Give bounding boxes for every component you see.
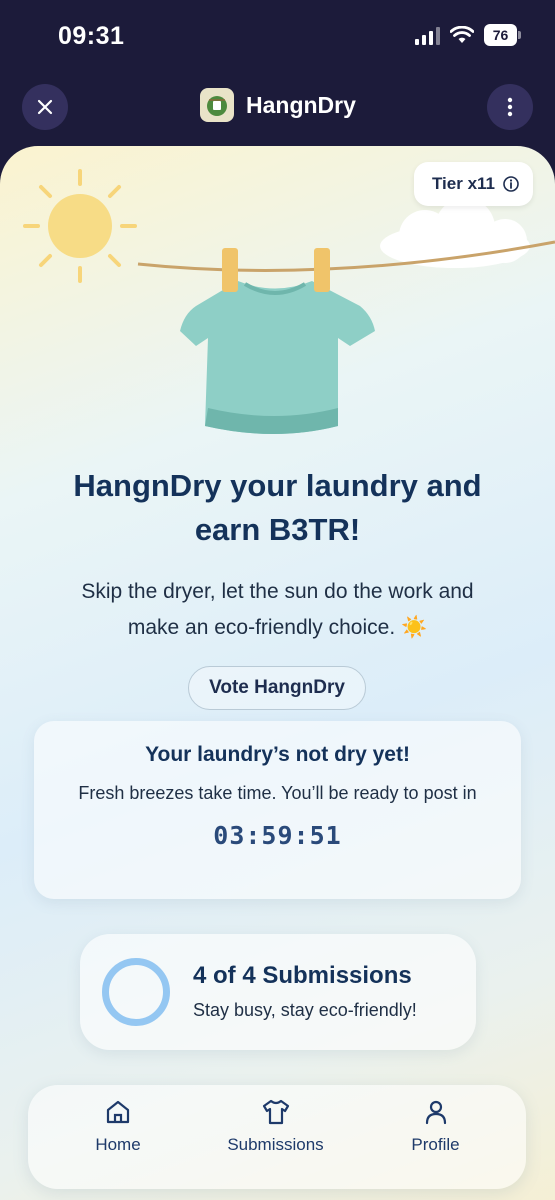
headline-line-2: earn B3TR!: [194, 512, 361, 547]
clothespin-right: [314, 248, 330, 292]
status-bar: 09:31 76: [0, 0, 555, 72]
nav-item-submissions[interactable]: Submissions: [213, 1099, 338, 1155]
not-dry-text: Fresh breezes take time. You’ll be ready…: [78, 783, 477, 803]
headline-line-1: HangnDry your laundry and: [73, 468, 482, 503]
tier-label: Tier x11: [431, 174, 495, 193]
more-options-button[interactable]: [487, 84, 533, 130]
progress-ring: [102, 958, 170, 1026]
hero-headline: HangnDry your laundry and earn B3TR!: [30, 464, 525, 552]
wifi-icon: [450, 26, 474, 43]
subtitle-line-1: Skip the dryer, let the sun do the work …: [81, 580, 474, 603]
shirt-icon: [262, 1099, 289, 1125]
submissions-count: 4 of 4 Submissions: [193, 962, 412, 989]
subtitle-line-2: make an eco-friendly choice. ☀️: [127, 616, 428, 639]
nav-item-home[interactable]: Home: [88, 1099, 148, 1155]
countdown-timer: 03:59:51: [213, 821, 342, 850]
status-icons: 76: [415, 24, 521, 46]
home-icon: [106, 1100, 130, 1124]
bottom-nav: Home Submissions Profile: [28, 1085, 526, 1189]
status-time: 09:31: [58, 22, 125, 50]
close-button[interactable]: [22, 84, 68, 130]
main-card: Tier x11 HangnDry your laundry and earn …: [0, 146, 555, 1200]
vote-button[interactable]: Vote HangnDry: [188, 666, 366, 710]
not-dry-title: Your laundry’s not dry yet!: [145, 743, 410, 766]
app-title: HangnDry: [246, 91, 356, 118]
submissions-card: 4 of 4 Submissions Stay busy, stay eco-f…: [80, 934, 476, 1050]
nav-label-submissions: Submissions: [227, 1135, 324, 1154]
nav-label-profile: Profile: [411, 1135, 460, 1154]
nav-item-profile[interactable]: Profile: [398, 1099, 473, 1155]
tier-badge[interactable]: Tier x11: [413, 162, 533, 206]
nav-label-home: Home: [95, 1135, 141, 1154]
more-vertical-icon: [507, 97, 513, 117]
app-logo-icon: [200, 88, 234, 122]
not-dry-card: Your laundry’s not dry yet! Fresh breeze…: [34, 721, 521, 899]
submissions-subtitle: Stay busy, stay eco-friendly!: [193, 1000, 417, 1020]
app-header: HangnDry: [0, 78, 555, 136]
clothespin-left: [222, 248, 238, 292]
info-icon: [503, 176, 519, 192]
app-title-group: HangnDry: [200, 88, 356, 122]
sun-icon: [23, 169, 137, 283]
app-screen: 09:31 76 HangnDry Tier x11 HangnDry your…: [0, 0, 555, 1200]
signal-icon: [415, 25, 440, 45]
shirt-illustration: [180, 281, 375, 434]
close-icon: [37, 99, 53, 115]
battery-icon: 76: [484, 24, 521, 46]
user-icon: [425, 1100, 446, 1125]
hero-subtitle: Skip the dryer, let the sun do the work …: [40, 574, 515, 646]
